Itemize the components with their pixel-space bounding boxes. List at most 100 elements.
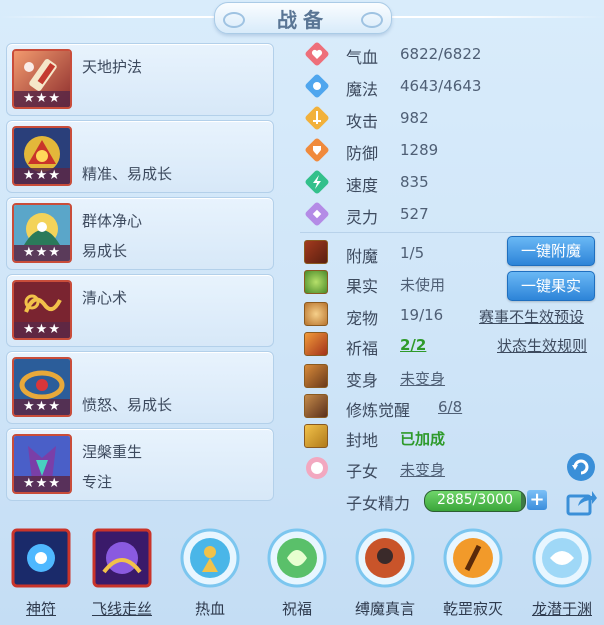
skill-icon-clear-mind: ★★★ bbox=[12, 280, 72, 340]
skill-traits: 精准、易成长 bbox=[82, 165, 173, 183]
enchant-all-button[interactable]: 一键附魔 bbox=[507, 236, 595, 266]
skill-name: 清心术 bbox=[82, 289, 128, 307]
extra-value: 19/16 bbox=[400, 306, 444, 324]
bottom-label: 神符 bbox=[25, 600, 56, 618]
extra-value[interactable]: 未变身 bbox=[400, 368, 445, 389]
stat-label: 魔法 bbox=[346, 80, 379, 99]
skill-icon-tiandi: ★★★ bbox=[12, 49, 72, 109]
extra-label: 果实 bbox=[346, 277, 379, 296]
skill-name: 天地护法 bbox=[82, 58, 143, 76]
skill-icon-nirvana: ★★★ bbox=[12, 434, 72, 494]
qiangang-icon bbox=[443, 528, 503, 588]
skill-card[interactable]: ★★★ 清心术 bbox=[6, 274, 274, 347]
skill-card[interactable]: ★★★ 精准、易成长 bbox=[6, 120, 274, 193]
spirit-icon bbox=[305, 202, 329, 226]
skill-name: 群体净心 bbox=[82, 212, 143, 230]
fruit-all-button[interactable]: 一键果实 bbox=[507, 271, 595, 301]
bottom-label: 乾罡寂灭 bbox=[442, 600, 503, 618]
extra-value: 未使用 bbox=[400, 276, 446, 294]
stat-label: 攻击 bbox=[346, 112, 379, 131]
bottom-item-bind-demon[interactable]: 缚魔真言 bbox=[349, 528, 421, 625]
bottom-label: 祝福 bbox=[281, 600, 312, 618]
skill-stars: ★★★ bbox=[14, 91, 70, 107]
stat-value: 1289 bbox=[400, 141, 439, 159]
extra-label: 修炼觉醒 bbox=[346, 401, 411, 420]
stat-label: 灵力 bbox=[346, 208, 379, 227]
extra-label: 附魔 bbox=[346, 247, 379, 266]
skill-stars: ★★★ bbox=[14, 245, 70, 261]
extra-value[interactable]: 未变身 bbox=[400, 459, 445, 480]
bottom-item-blessing-orb[interactable]: 祝福 bbox=[261, 528, 333, 625]
share-icon[interactable] bbox=[566, 488, 598, 516]
pet-icon bbox=[304, 302, 328, 326]
bottom-item-hot-blood[interactable]: 热血 bbox=[174, 528, 246, 625]
skill-card[interactable]: ★★★ 涅槃重生 专注 bbox=[6, 428, 274, 501]
bottom-label: 缚魔真言 bbox=[354, 600, 415, 618]
flying-thread-icon bbox=[92, 528, 152, 588]
add-energy-button[interactable]: + bbox=[527, 490, 547, 510]
child-energy-value: 2885/3000 bbox=[437, 492, 513, 508]
bind-demon-icon bbox=[355, 528, 415, 588]
stat-value: 982 bbox=[400, 109, 429, 127]
skill-icon-anger: ★★★ bbox=[12, 357, 72, 417]
bottom-label: 飞线走丝 bbox=[91, 600, 152, 618]
stat-value: 4643/4643 bbox=[400, 77, 482, 95]
stat-label: 气血 bbox=[346, 48, 379, 67]
blessing-icon bbox=[304, 332, 328, 356]
extra-label: 封地 bbox=[346, 431, 379, 450]
stat-value: 835 bbox=[400, 173, 429, 191]
divine-rune-icon bbox=[11, 528, 71, 588]
page-title: 战备 bbox=[277, 8, 329, 32]
contest-preset-link[interactable]: 赛事不生效预设 bbox=[479, 306, 584, 327]
bottom-label: 龙潜于渊 bbox=[531, 600, 592, 618]
stat-value: 527 bbox=[400, 205, 429, 223]
bottom-label: 热血 bbox=[194, 600, 225, 618]
skill-card[interactable]: ★★★ 天地护法 bbox=[6, 43, 274, 116]
stat-value: 6822/6822 bbox=[400, 45, 482, 63]
fief-icon bbox=[304, 424, 328, 448]
sword-icon bbox=[305, 106, 329, 130]
extra-label: 变身 bbox=[346, 371, 379, 390]
blessing-orb-icon bbox=[267, 528, 327, 588]
lightning-icon bbox=[305, 170, 329, 194]
extra-label: 子女 bbox=[346, 462, 379, 481]
extra-value: 已加成 bbox=[400, 430, 446, 448]
child-icon bbox=[306, 457, 328, 479]
bottom-item-flying-thread[interactable]: 飞线走丝 bbox=[86, 528, 158, 625]
stat-label: 速度 bbox=[346, 176, 379, 195]
cultivation-icon bbox=[304, 394, 328, 418]
hot-blood-icon bbox=[180, 528, 240, 588]
extra-value[interactable]: 2/2 bbox=[400, 336, 426, 354]
skill-stars: ★★★ bbox=[14, 399, 70, 415]
stat-label: 防御 bbox=[346, 144, 379, 163]
skill-icon-purify: ★★★ bbox=[12, 203, 72, 263]
extra-value[interactable]: 6/8 bbox=[438, 398, 462, 416]
skill-card[interactable]: ★★★ 愤怒、易成长 bbox=[6, 351, 274, 424]
refresh-icon[interactable] bbox=[566, 452, 596, 482]
child-energy-label: 子女精力 bbox=[346, 494, 411, 513]
skill-traits: 愤怒、易成长 bbox=[82, 396, 173, 414]
skill-stars: ★★★ bbox=[14, 322, 70, 338]
skill-name: 涅槃重生 bbox=[82, 443, 143, 461]
extra-label: 祈福 bbox=[346, 339, 379, 358]
enchant-icon bbox=[304, 240, 328, 264]
skill-traits: 易成长 bbox=[82, 242, 128, 260]
shield-icon bbox=[305, 138, 329, 162]
skill-card[interactable]: ★★★ 群体净心 易成长 bbox=[6, 197, 274, 270]
extra-label: 宠物 bbox=[346, 309, 379, 328]
mana-drop-icon bbox=[305, 74, 329, 98]
bottom-item-divine-rune[interactable]: 神符 bbox=[5, 528, 77, 625]
skill-icon-precision: ★★★ bbox=[12, 126, 72, 186]
extra-value: 1/5 bbox=[400, 244, 425, 262]
skill-traits: 专注 bbox=[82, 473, 113, 491]
transform-icon bbox=[304, 364, 328, 388]
bottom-item-dragon-abyss[interactable]: 龙潜于渊 bbox=[526, 528, 598, 625]
child-energy-bar: 2885/3000 bbox=[424, 490, 526, 512]
heart-icon bbox=[305, 42, 329, 66]
fruit-icon bbox=[304, 270, 328, 294]
skill-stars: ★★★ bbox=[14, 168, 70, 184]
dragon-abyss-icon bbox=[532, 528, 592, 588]
status-rules-link[interactable]: 状态生效规则 bbox=[497, 335, 587, 356]
section-divider bbox=[300, 232, 600, 233]
bottom-item-qiangang[interactable]: 乾罡寂灭 bbox=[437, 528, 509, 625]
